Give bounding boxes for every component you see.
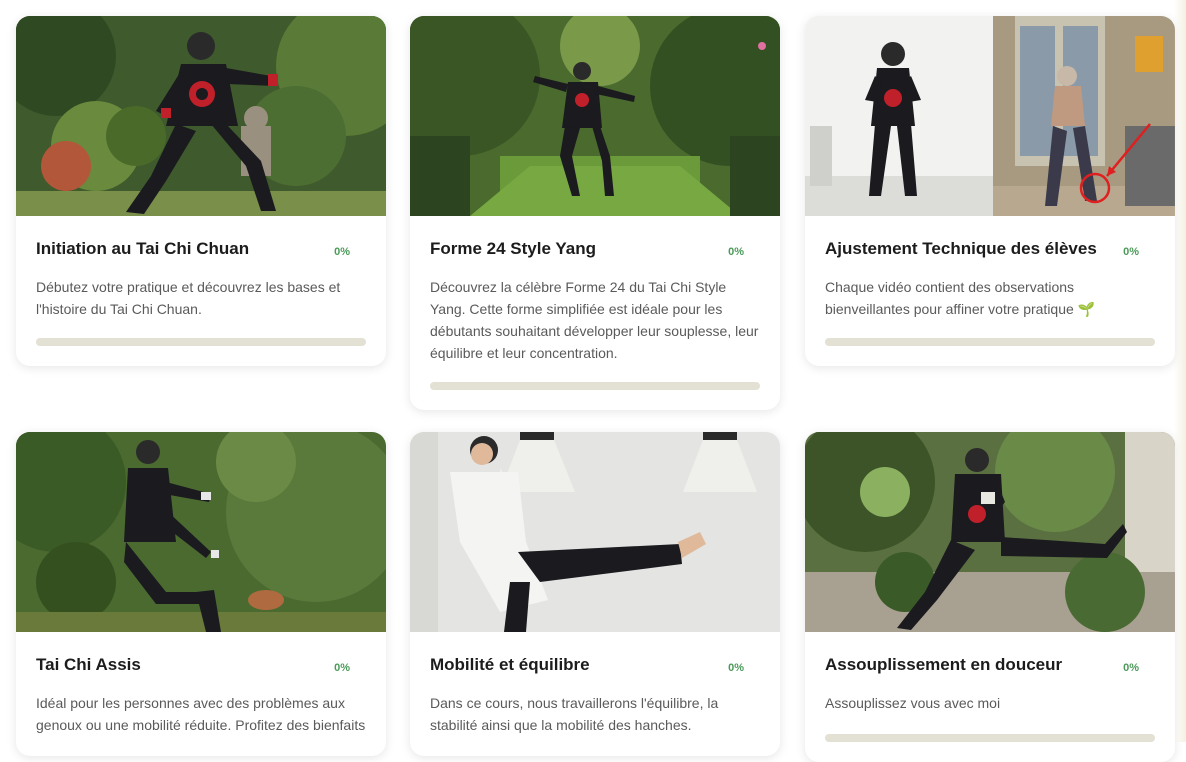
course-card[interactable]: Initiation au Tai Chi Chuan 0% Débutez v…: [16, 16, 386, 366]
course-title[interactable]: Tai Chi Assis: [36, 654, 366, 676]
course-description: Idéal pour les personnes avec des problè…: [36, 695, 366, 733]
course-title[interactable]: Initiation au Tai Chi Chuan: [36, 238, 366, 260]
course-title[interactable]: Mobilité et équilibre: [430, 654, 760, 676]
progress-percent: 0%: [334, 246, 350, 258]
progress-bar: [36, 338, 366, 346]
course-card-body: Mobilité et équilibre 0% Dans ce cours, …: [410, 632, 780, 756]
course-card[interactable]: Mobilité et équilibre 0% Dans ce cours, …: [410, 432, 780, 756]
course-thumbnail[interactable]: [805, 16, 1175, 216]
course-description: Découvrez la célèbre Forme 24 du Tai Chi…: [430, 279, 759, 361]
course-title[interactable]: Assouplissement en douceur: [825, 654, 1155, 676]
course-thumbnail[interactable]: [16, 432, 386, 632]
course-card-body: Initiation au Tai Chi Chuan 0% Débutez v…: [16, 216, 386, 366]
progress-percent: 0%: [1123, 662, 1139, 674]
course-card-body: Assouplissement en douceur 0% Assoupliss…: [805, 632, 1175, 762]
course-description: Dans ce cours, nous travaillerons l'équi…: [430, 695, 719, 733]
progress-percent: 0%: [1123, 246, 1139, 258]
page-edge-decoration: [1174, 0, 1186, 742]
progress-bar: [825, 734, 1155, 742]
course-card[interactable]: Ajustement Technique des élèves 0% Chaqu…: [805, 16, 1175, 366]
progress-bar: [825, 338, 1155, 346]
course-thumbnail[interactable]: [805, 432, 1175, 632]
progress-percent: 0%: [334, 662, 350, 674]
progress-percent: 0%: [728, 662, 744, 674]
course-thumbnail[interactable]: [16, 16, 386, 216]
course-card[interactable]: Assouplissement en douceur 0% Assoupliss…: [805, 432, 1175, 762]
course-card-body: Ajustement Technique des élèves 0% Chaqu…: [805, 216, 1175, 366]
progress-percent: 0%: [728, 246, 744, 258]
course-card-body: Tai Chi Assis 0% Idéal pour les personne…: [16, 632, 386, 756]
course-description: Débutez votre pratique et découvrez les …: [36, 279, 341, 317]
course-title[interactable]: Forme 24 Style Yang: [430, 238, 760, 260]
course-title[interactable]: Ajustement Technique des élèves: [825, 238, 1155, 260]
course-thumbnail[interactable]: [410, 432, 780, 632]
course-card-body: Forme 24 Style Yang 0% Découvrez la célè…: [410, 216, 780, 410]
course-thumbnail[interactable]: [410, 16, 780, 216]
course-card[interactable]: Tai Chi Assis 0% Idéal pour les personne…: [16, 432, 386, 756]
course-card[interactable]: Forme 24 Style Yang 0% Découvrez la célè…: [410, 16, 780, 410]
course-description: Assouplissez vous avec moi: [825, 695, 1001, 711]
progress-bar: [430, 382, 760, 390]
course-description: Chaque vidéo contient des observations b…: [825, 279, 1096, 317]
